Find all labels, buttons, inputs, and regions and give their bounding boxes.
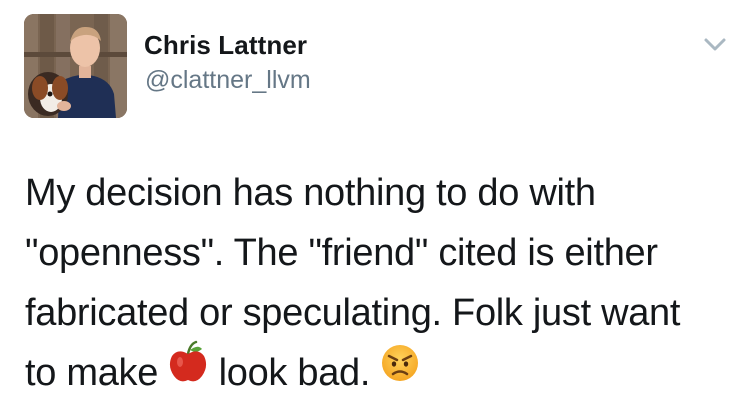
red-apple-emoji-icon [168, 340, 208, 402]
chevron-down-icon[interactable] [700, 34, 730, 56]
tweet-text-segment: look bad. [218, 352, 371, 394]
author-name[interactable]: Chris Lattner [144, 30, 307, 61]
tweet-text: My decision has nothing to do with "open… [25, 163, 737, 406]
tweet-text-segment: to make [25, 352, 159, 394]
tweet-text-line: fabricated or speculating. Folk just wan… [25, 292, 681, 334]
tweet-text-line-4: to make look bad. [25, 340, 737, 406]
tweet-text-line: My decision has nothing to do with [25, 172, 596, 214]
tweet-card: Chris Lattner @clattner_llvm My decision… [0, 0, 750, 407]
author-handle[interactable]: @clattner_llvm [145, 66, 311, 95]
tweet-text-line: "openness". The "friend" cited is either [25, 232, 658, 274]
avatar-photo-icon [24, 14, 127, 118]
angry-face-emoji-icon [380, 341, 420, 401]
author-avatar[interactable] [24, 14, 127, 118]
